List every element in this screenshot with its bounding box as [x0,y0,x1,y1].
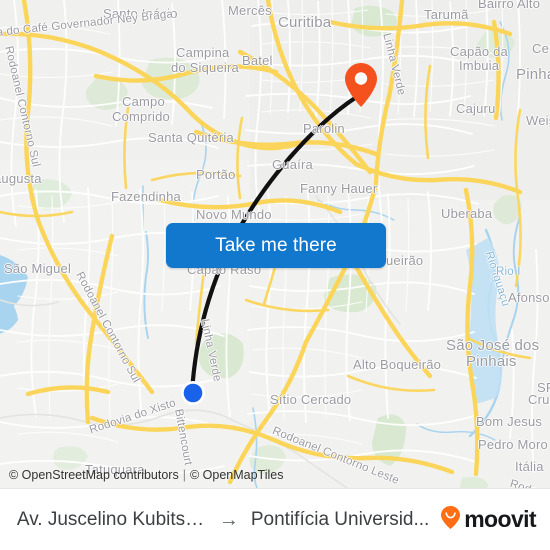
map-canvas[interactable]: .mr { stroke:#ffffff; fill:none; stroke-… [0,0,550,488]
arrow-right-icon: → [218,508,239,531]
openmaptiles-attribution-link[interactable]: © OpenMapTiles [190,468,284,482]
moovit-wordmark: moovit [464,506,536,532]
map-attribution: © OpenStreetMap contributors | © OpenMap… [0,462,550,488]
attribution-separator: | [182,468,186,482]
trip-summary-bar: Av. Juscelino Kubitscheck ... → Pontifíc… [0,488,550,550]
origin-dot[interactable] [180,380,206,406]
trip-endpoints: Av. Juscelino Kubitscheck ... → Pontifíc… [14,509,432,531]
moovit-logo[interactable]: moovit [440,505,537,535]
moovit-trip-screen: .mr { stroke:#ffffff; fill:none; stroke-… [0,0,550,550]
destination-pin[interactable] [344,62,378,108]
trip-destination-label[interactable]: Pontifícia Universid... [251,509,429,531]
moovit-pin-icon [440,505,461,535]
trip-origin-label[interactable]: Av. Juscelino Kubitscheck ... [17,509,207,531]
osm-attribution-link[interactable]: © OpenStreetMap contributors [9,468,179,482]
take-me-there-button[interactable]: Take me there [166,223,386,268]
